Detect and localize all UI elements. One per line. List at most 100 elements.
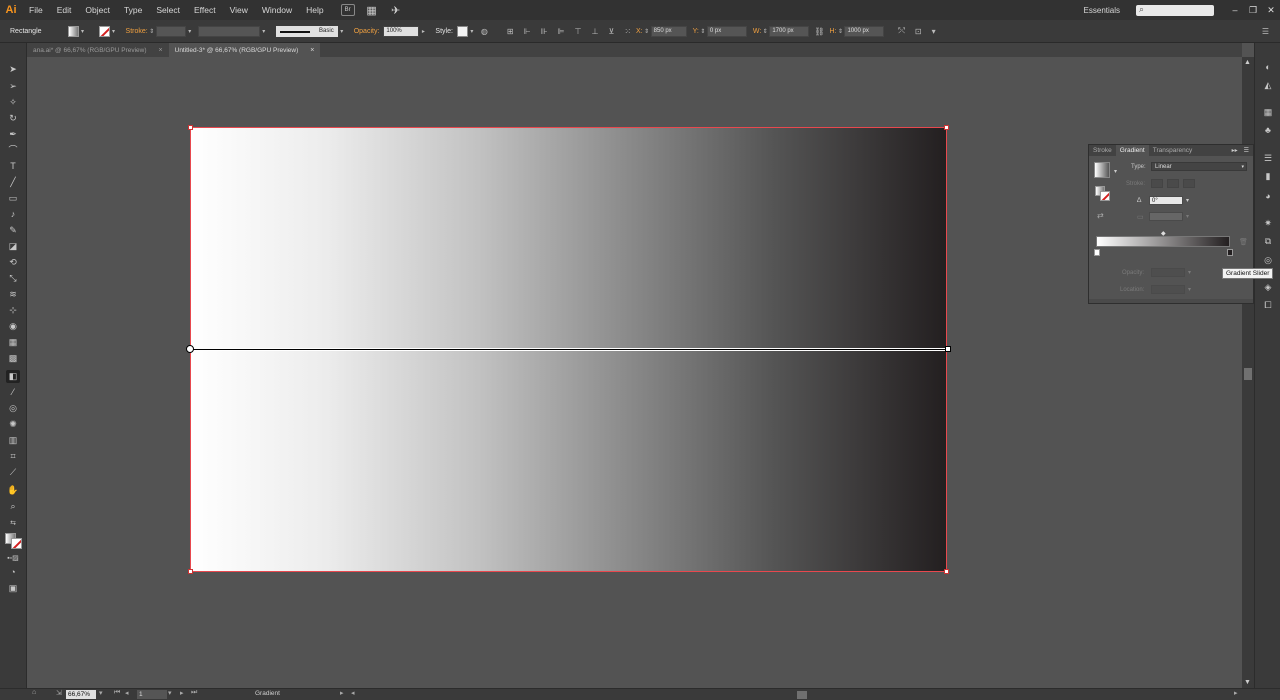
tab-transparency[interactable]: Transparency <box>1149 147 1197 154</box>
tab-untitled-3[interactable]: Untitled-3* @ 66,67% (RGB/GPU Preview) × <box>168 43 321 57</box>
x-label[interactable]: X: <box>636 28 643 35</box>
y-stepper-icon[interactable]: ⇕ <box>699 26 707 37</box>
gradient-tool-icon[interactable]: ◧ <box>6 370 20 383</box>
stroke-none-mini[interactable] <box>1100 191 1110 201</box>
delete-stop-icon[interactable]: 🗑 <box>1239 238 1248 246</box>
sync-icon[interactable]: ✈ <box>389 4 403 17</box>
slice-tool-icon[interactable]: ⟋ <box>6 466 20 479</box>
screen-mode-icon[interactable]: ▣ <box>6 582 20 595</box>
collapse-panel-icon[interactable]: ▸▸ <box>1232 147 1238 154</box>
appearance-panel-icon[interactable]: ◐ <box>1261 61 1275 74</box>
zoom-arrow-icon[interactable]: ⇲ <box>56 689 62 697</box>
status-menu-icon[interactable]: ▸ <box>340 689 344 697</box>
anchor-point[interactable] <box>188 569 193 574</box>
layers-panel-icon[interactable]: ◈ <box>1261 281 1275 294</box>
align-to-icon[interactable]: ⊞ <box>507 27 514 36</box>
location-field[interactable] <box>1151 285 1185 294</box>
anchor-point[interactable] <box>944 569 949 574</box>
menu-window[interactable]: Window <box>255 0 299 20</box>
stroke-dropdown-icon[interactable]: ▾ <box>110 26 118 37</box>
pen-tool-icon[interactable]: ✒ <box>6 128 20 141</box>
scroll-thumb[interactable] <box>1244 368 1252 380</box>
align-bottom-icon[interactable]: ⊻ <box>608 27 614 36</box>
w-field[interactable]: 1700 px <box>769 25 810 37</box>
menu-edit[interactable]: Edit <box>50 0 79 20</box>
menu-select[interactable]: Select <box>149 0 187 20</box>
gradient-end-handle[interactable] <box>945 346 951 352</box>
y-field[interactable]: 0 px <box>706 25 747 37</box>
gradient-preview-swatch[interactable] <box>1094 162 1110 178</box>
first-artboard-icon[interactable]: ⏮ <box>114 689 120 697</box>
panel-menu-icon[interactable]: ☰ <box>1262 27 1269 36</box>
h-field[interactable]: 1000 px <box>844 25 885 37</box>
menu-object[interactable]: Object <box>78 0 117 20</box>
symbol-sprayer-tool-icon[interactable]: ✺ <box>6 418 20 431</box>
type-tool-icon[interactable]: T <box>6 160 20 173</box>
last-artboard-icon[interactable]: ⏭ <box>191 689 197 697</box>
aspect-dropdown-icon[interactable]: ▾ <box>1186 213 1189 220</box>
stroke-across-button[interactable] <box>1183 179 1195 188</box>
gradient-menu-icon[interactable]: ▾ <box>1114 168 1117 175</box>
fill-dropdown-icon[interactable]: ▾ <box>79 26 87 37</box>
artboard-dropdown-icon[interactable]: ▾ <box>168 689 172 697</box>
opacity-arrow-icon[interactable]: ▸ <box>419 26 427 37</box>
curvature-tool-icon[interactable]: ⌒ <box>6 144 20 157</box>
symbols-panel-icon[interactable]: ⧉ <box>1261 235 1275 248</box>
angle-dropdown-icon[interactable]: ▾ <box>1186 197 1189 204</box>
reverse-gradient-icon[interactable]: ⇄ <box>1097 211 1104 220</box>
gradient-annotator[interactable] <box>186 345 951 353</box>
isolate-icon[interactable]: ⊡ <box>915 27 922 36</box>
zoom-tool-icon[interactable]: ⌕ <box>6 500 20 513</box>
gradient-slider[interactable] <box>1096 236 1230 247</box>
angle-field[interactable]: 0° <box>1149 196 1183 205</box>
shape-builder-tool-icon[interactable]: ◉ <box>6 320 20 333</box>
magic-wand-tool-icon[interactable]: ✧ <box>6 96 20 109</box>
eyedropper-tool-icon[interactable]: ⁄ <box>6 386 20 399</box>
scale-tool-icon[interactable]: ⤡ <box>6 272 20 285</box>
stroke-weight-stepper-icon[interactable]: ⇕ <box>148 26 156 37</box>
stroke-swatch[interactable] <box>98 25 110 37</box>
align-left-icon[interactable]: ⊩ <box>524 27 531 36</box>
horizontal-scroll-thumb[interactable] <box>797 691 807 699</box>
pencil-tool-icon[interactable]: ✎ <box>6 224 20 237</box>
h-stepper-icon[interactable]: ⇕ <box>836 26 844 37</box>
opacity-dropdown-icon[interactable]: ▾ <box>1188 269 1191 276</box>
stroke-weight-field[interactable] <box>155 25 186 37</box>
swatches-panel-icon[interactable]: ▦ <box>1261 106 1275 119</box>
image-trace-panel-icon[interactable]: ◎ <box>1261 254 1275 267</box>
variable-width-dropdown-icon[interactable]: ▾ <box>260 26 268 37</box>
width-tool-icon[interactable]: ≋ <box>6 288 20 301</box>
hand-tool-icon[interactable]: ✋ <box>6 484 20 497</box>
paintbrush-tool-icon[interactable]: ♪ <box>6 208 20 221</box>
scroll-right-icon[interactable]: ▸ <box>1234 689 1238 697</box>
minimize-icon[interactable]: – <box>1226 5 1244 15</box>
color-modes-icon[interactable]: ▪▫▨ <box>6 552 20 565</box>
menu-view[interactable]: View <box>223 0 255 20</box>
menu-effect[interactable]: Effect <box>187 0 223 20</box>
fill-swatch[interactable] <box>67 25 79 37</box>
menu-help[interactable]: Help <box>299 0 330 20</box>
transform-icon[interactable]: ⤲ <box>898 26 904 36</box>
prev-artboard-icon[interactable]: ◂ <box>125 689 129 697</box>
direct-selection-tool-icon[interactable]: ➢ <box>6 80 20 93</box>
workspace-switcher[interactable]: Essentials <box>1084 6 1120 15</box>
gradient-stop-end[interactable] <box>1227 249 1233 256</box>
gradient-origin-handle[interactable] <box>186 345 194 353</box>
restore-icon[interactable]: ❐ <box>1244 5 1262 16</box>
close-icon[interactable]: ✕ <box>1262 5 1280 16</box>
search-input[interactable]: ⌕ <box>1136 4 1214 16</box>
more-options-icon[interactable]: ▾ <box>932 27 936 36</box>
location-dropdown-icon[interactable]: ▾ <box>1188 286 1191 293</box>
transparency-panel-icon[interactable]: ◕ <box>1261 190 1275 203</box>
tab-gradient[interactable]: Gradient <box>1115 145 1149 156</box>
gradient-panel-icon[interactable]: ▮ <box>1261 170 1275 183</box>
stroke-label[interactable]: Stroke: <box>126 28 148 35</box>
h-label[interactable]: H: <box>829 28 836 35</box>
perspective-grid-tool-icon[interactable]: ▦ <box>6 336 20 349</box>
reference-point-icon[interactable]: ⁙ <box>624 27 631 36</box>
stroke-along-button[interactable] <box>1167 179 1179 188</box>
column-graph-tool-icon[interactable]: ▥ <box>6 434 20 447</box>
canvas-area[interactable] <box>27 57 1242 688</box>
scroll-left-icon[interactable]: ◂ <box>351 689 355 697</box>
panel-resize-grip[interactable] <box>1089 299 1253 303</box>
